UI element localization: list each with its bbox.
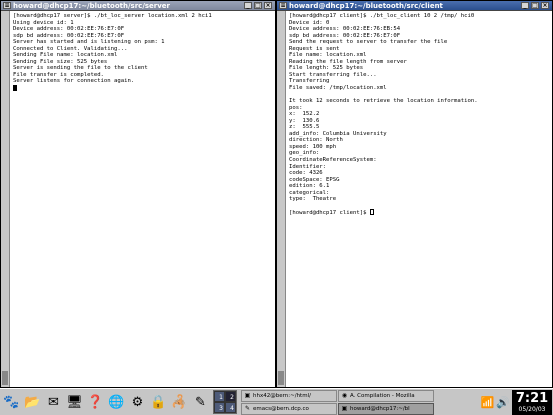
volume-icon[interactable]: 🔊 bbox=[496, 396, 510, 409]
client-terminal-window[interactable]: ≡ howard@dhcp17:~/bluetooth/src/client _… bbox=[276, 0, 553, 388]
minimize-icon[interactable]: _ bbox=[244, 2, 252, 9]
browser-icon[interactable]: 🌐 bbox=[107, 392, 126, 412]
server-terminal-output[interactable]: [howard@dhcp17 server]$ ./bt_loc_server … bbox=[10, 11, 275, 387]
client-terminal-output[interactable]: [howard@dhcp17 client]$ ./bt_loc_client … bbox=[286, 11, 552, 387]
scrollbar-thumb[interactable] bbox=[2, 371, 8, 385]
terminal-cursor bbox=[369, 209, 374, 216]
task-button[interactable]: ◉ A. Compilation - Mozilla bbox=[338, 389, 434, 402]
terminal-cursor bbox=[13, 85, 17, 92]
scrollbar-thumb[interactable] bbox=[278, 371, 284, 385]
task-label: howard@dhcp17:~/bl bbox=[350, 405, 410, 412]
settings-icon[interactable]: ⚙ bbox=[128, 392, 147, 412]
workspace-4[interactable]: 4 bbox=[225, 402, 236, 413]
server-terminal-scrollbar[interactable] bbox=[1, 11, 10, 387]
server-terminal-window[interactable]: ≡ howard@dhcp17:~/bluetooth/src/server _… bbox=[0, 0, 276, 388]
close-icon[interactable]: × bbox=[541, 2, 549, 9]
clock-date: 05/20/03 bbox=[518, 405, 546, 413]
workspace-3[interactable]: 3 bbox=[214, 402, 225, 413]
mozilla-icon: ◉ bbox=[341, 392, 348, 399]
help-icon[interactable]: ❓ bbox=[86, 392, 105, 412]
terminal-cursor-line bbox=[13, 85, 272, 92]
task-label: hhx42@bern:~/html/ bbox=[253, 392, 311, 399]
file-manager-icon[interactable]: 📂 bbox=[23, 392, 42, 412]
mail-icon[interactable]: ✉ bbox=[44, 392, 63, 412]
maximize-icon[interactable]: □ bbox=[531, 2, 539, 9]
terminal-icon: ▣ bbox=[341, 405, 348, 412]
task-button[interactable]: ✎ emacs@bern.dcp.co bbox=[241, 402, 337, 415]
window-menu-icon[interactable]: ≡ bbox=[3, 2, 11, 9]
task-button[interactable]: ▣ howard@dhcp17:~/bl bbox=[338, 402, 434, 415]
gnome-foot-icon[interactable]: 🐾 bbox=[2, 392, 21, 412]
client-terminal-title: howard@dhcp17:~/bluetooth/src/client bbox=[289, 1, 443, 10]
terminal-icon: ▣ bbox=[244, 392, 251, 399]
clock-time: 7:21 bbox=[515, 390, 549, 406]
maximize-icon[interactable]: □ bbox=[254, 2, 262, 9]
network-icon[interactable]: 📶 bbox=[481, 396, 495, 409]
taskbar: 🐾 📂 ✉ 🖥 ❓ 🌐 ⚙ 🔒 🦂 ✎ 1 2 3 4 ▣ hhx42@bern… bbox=[0, 388, 553, 415]
system-tray: 📶 🔊 7:21 05/20/03 bbox=[481, 389, 553, 415]
task-label: A. Compilation - Mozilla bbox=[350, 392, 415, 399]
task-label: emacs@bern.dcp.co bbox=[253, 405, 309, 412]
terminal-line: [howard@dhcp17 client]$ bbox=[289, 209, 549, 216]
minimize-icon[interactable]: _ bbox=[521, 2, 529, 9]
server-terminal-titlebar[interactable]: ≡ howard@dhcp17:~/bluetooth/src/server _… bbox=[1, 1, 275, 11]
editor-icon[interactable]: ✎ bbox=[191, 392, 210, 412]
emacs-icon: ✎ bbox=[244, 405, 251, 412]
task-button[interactable]: ▣ hhx42@bern:~/html/ bbox=[241, 389, 337, 402]
clock[interactable]: 7:21 05/20/03 bbox=[512, 389, 552, 415]
lock-icon[interactable]: 🔒 bbox=[149, 392, 168, 412]
client-terminal-titlebar[interactable]: ≡ howard@dhcp17:~/bluetooth/src/client _… bbox=[277, 1, 552, 11]
workspace-2[interactable]: 2 bbox=[225, 391, 236, 402]
workspace-1[interactable]: 1 bbox=[214, 391, 225, 402]
game-icon[interactable]: 🦂 bbox=[170, 392, 189, 412]
workspace-pager[interactable]: 1 2 3 4 bbox=[213, 390, 237, 414]
close-icon[interactable]: × bbox=[264, 2, 272, 9]
task-list: ▣ hhx42@bern:~/html/ ◉ A. Compilation - … bbox=[241, 389, 434, 415]
window-menu-icon[interactable]: ≡ bbox=[279, 2, 287, 9]
terminal-launcher-icon[interactable]: 🖥 bbox=[65, 392, 84, 412]
server-terminal-title: howard@dhcp17:~/bluetooth/src/server bbox=[13, 1, 171, 10]
client-terminal-scrollbar[interactable] bbox=[277, 11, 286, 387]
